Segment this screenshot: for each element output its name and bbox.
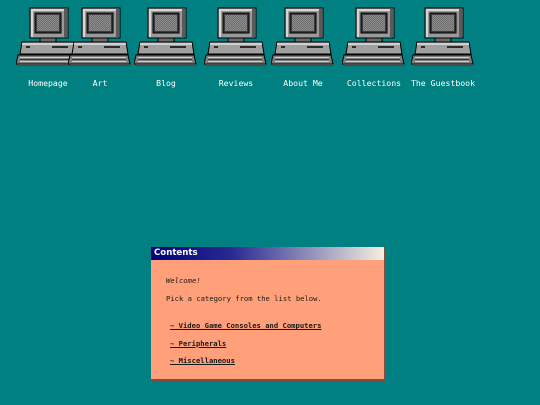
category-link-peripherals[interactable]: ~ Peripherals — [170, 339, 226, 348]
list-item: ~ Video Game Consoles and Computers — [170, 321, 384, 330]
desktop-icon-the-guestbook[interactable]: The Guestbook — [411, 6, 475, 90]
desktop-icon-about-me[interactable]: About Me — [271, 6, 335, 90]
computer-icon — [342, 7, 405, 66]
computer-icon — [271, 7, 334, 66]
contents-window: Contents Welcome! Pick a category from t… — [151, 247, 386, 381]
desktop-icon-label: Reviews — [218, 78, 254, 88]
category-list: ~ Video Game Consoles and Computers ~ Pe… — [170, 321, 384, 365]
desktop-icon-label: The Guestbook — [410, 78, 476, 88]
desktop-icon-label: Blog — [156, 78, 176, 88]
computer-icon — [204, 7, 267, 66]
desktop-icon-label: Art — [92, 78, 108, 88]
desktop-icon-blog[interactable]: Blog — [134, 6, 198, 90]
desktop-icon-collections[interactable]: Collections — [342, 6, 406, 90]
computer-icon — [134, 7, 197, 66]
list-item: ~ Miscellaneous — [170, 356, 384, 365]
desktop-icon-art[interactable]: Art — [68, 6, 132, 90]
window-title: Contents — [154, 248, 198, 258]
window-titlebar[interactable]: Contents — [151, 247, 384, 260]
desktop-icon-label: Homepage — [28, 78, 68, 88]
desktop-icon-label: About Me — [283, 78, 323, 88]
list-item: ~ Peripherals — [170, 339, 384, 348]
computer-icon — [411, 7, 474, 66]
intro-text: Pick a category from the list below. — [166, 294, 322, 303]
desktop-icon-label: Collections — [346, 78, 402, 88]
welcome-text: Welcome! — [166, 276, 201, 285]
computer-icon — [68, 7, 131, 66]
category-link-video-game-consoles[interactable]: ~ Video Game Consoles and Computers — [170, 321, 321, 330]
category-link-miscellaneous[interactable]: ~ Miscellaneous — [170, 356, 235, 365]
window-body: Welcome! Pick a category from the list b… — [151, 260, 384, 365]
desktop-icon-reviews[interactable]: Reviews — [204, 6, 268, 90]
